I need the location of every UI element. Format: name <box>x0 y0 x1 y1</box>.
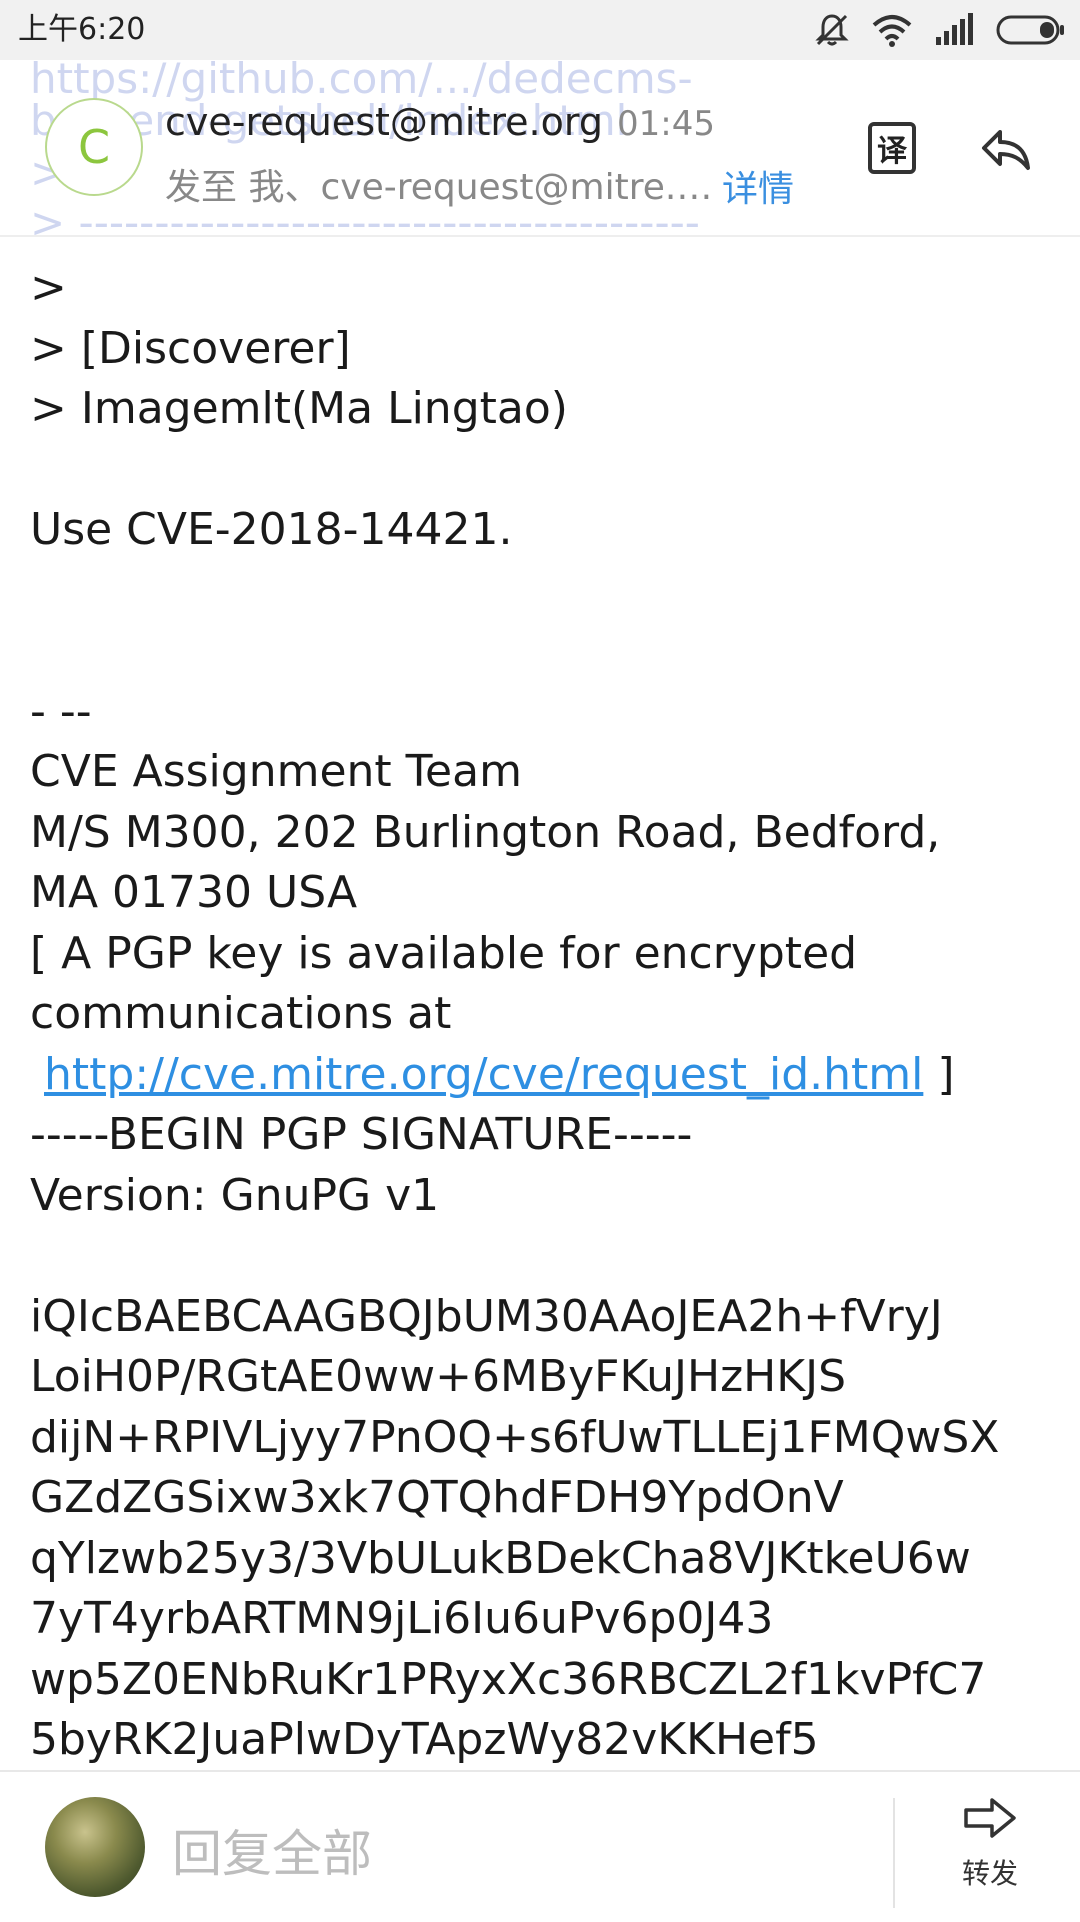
body-line: communications at <box>30 988 452 1039</box>
bottom-action-bar: 回复全部 转发 <box>0 1770 1080 1922</box>
status-bar: 上午6:20 <box>0 0 1080 60</box>
sender-line: cve-request@mitre.org 01:45 <box>165 100 715 144</box>
email-body: > > [Discoverer] > Imagemlt(Ma Lingtao) Use… <box>30 258 1060 1771</box>
forward-label: 转发 <box>961 1857 1018 1890</box>
forward-icon <box>964 1798 1016 1838</box>
body-line: - -- <box>30 685 92 737</box>
body-line: Version: GnuPG v1 <box>30 1169 440 1221</box>
link-line: http://cve.mitre.org/cve/request_id.html… <box>30 1045 1060 1106</box>
body-line: > [Discoverer] <box>30 322 351 374</box>
body-line: MA 01730 USA <box>30 867 358 918</box>
body-line: CVE Assignment Team <box>30 746 522 797</box>
body-line: -----BEGIN PGP SIGNATURE----- <box>30 1109 693 1160</box>
reply-all-input[interactable]: 回复全部 <box>172 1814 372 1886</box>
body-line: qYlzwb25y3/3VbULukBDekCha8VJKtkeU6w <box>30 1532 971 1584</box>
recipients-line: 发至 我、cve-request@mitre.o… <box>165 158 725 210</box>
reply-icon[interactable] <box>978 122 1034 178</box>
body-line: LoiH0P/RGtAE0ww+6MByFKuJHzHKJS <box>30 1351 847 1402</box>
status-time: 上午6:20 <box>18 12 146 47</box>
forward-button[interactable]: 转发 <box>940 1794 1040 1904</box>
body-line: wp5Z0ENbRuKr1PRyxXc36RBCZL2f1kvPfC7 <box>30 1653 987 1705</box>
sender-avatar[interactable]: C <box>45 98 143 196</box>
body-line: 7yT4yrbARTMN9jLi6Iu6uPv6p0J43 <box>30 1593 774 1644</box>
battery-icon <box>996 15 1064 45</box>
body-line: M/S M300, 202 Burlington Road, Bedford, <box>30 806 941 858</box>
link-suffix: ] <box>923 1048 955 1100</box>
divider <box>893 1798 895 1908</box>
email-header: https://github.com/.../dedecms- backend-… <box>0 54 1080 247</box>
details-link[interactable]: 详情 <box>722 160 794 212</box>
body-line: iQIcBAEBCAAGBQJbUM30AAoJEA2h+fVryJ <box>30 1290 943 1342</box>
body-line: > <box>30 262 67 313</box>
body-line: GZdZGSixw3xk7QTQhdFDH9YpdOnV <box>30 1472 844 1523</box>
translate-icon: 译 <box>877 134 907 169</box>
sender-address[interactable]: cve-request@mitre.org <box>165 100 603 144</box>
status-icons <box>814 10 1066 50</box>
user-avatar <box>45 1797 145 1897</box>
request-id-link[interactable]: http://cve.mitre.org/cve/request_id.html <box>44 1049 923 1100</box>
translate-button[interactable]: 译 <box>868 122 916 174</box>
recipients-prefix: 发至 <box>165 167 238 208</box>
signal-icon <box>936 13 973 45</box>
body-line: > Imagemlt(Ma Lingtao) <box>30 383 568 434</box>
body-line: Use CVE-2018-14421. <box>30 504 513 555</box>
mute-icon <box>815 14 849 46</box>
body-line: [ A PGP key is available for encrypted <box>30 927 858 979</box>
wifi-icon <box>872 15 912 47</box>
body-line: 5byRK2JuaPlwDyTApzWy82vKKHef5 <box>30 1714 819 1765</box>
body-line: dijN+RPIVLjyy7PnOQ+s6fUwTLLEj1FMQwSX <box>30 1411 1000 1463</box>
sent-time: 01:45 <box>616 104 715 144</box>
recipients-list: 我、cve-request@mitre.o… <box>248 167 719 208</box>
